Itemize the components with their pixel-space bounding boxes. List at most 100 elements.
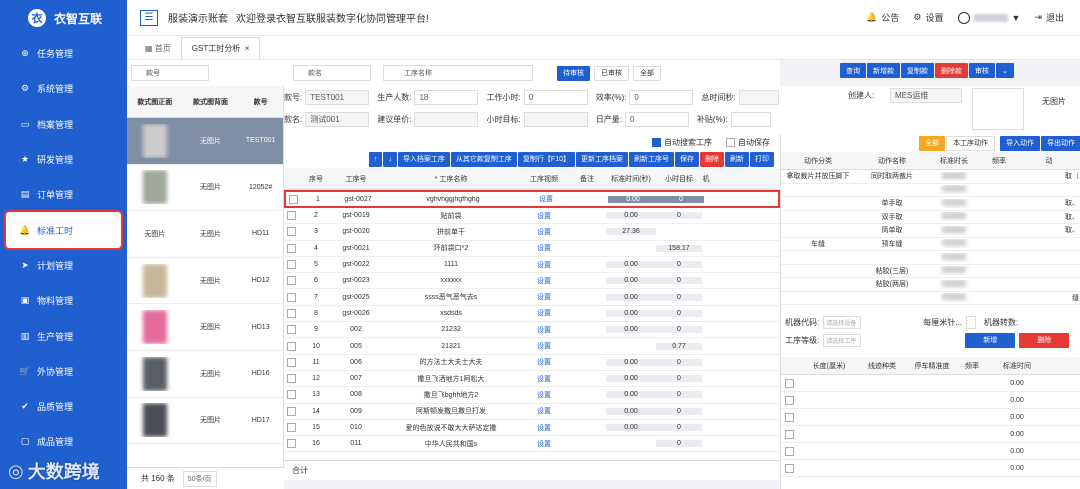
auto-save-option[interactable]: 自动保存 — [726, 137, 770, 148]
stitch-row[interactable]: 0.00 — [781, 375, 1080, 392]
toolbar-button-7[interactable]: 保存 — [675, 151, 699, 167]
checkbox-icon[interactable] — [287, 292, 296, 302]
stitch-row[interactable]: 0.00 — [781, 426, 1080, 443]
process-name-cell[interactable]: 的方法士大夫士大夫 — [382, 357, 520, 367]
checkbox-icon[interactable] — [287, 325, 296, 335]
hours-field[interactable]: 0 — [523, 89, 588, 105]
checkbox-icon[interactable] — [785, 463, 794, 473]
action-tab-all[interactable]: 全部 — [919, 135, 945, 151]
toolbar-button-3[interactable]: 从其它款复制工序 — [450, 151, 517, 167]
sidebar-item-5[interactable]: 🔔 标准工时 — [4, 210, 123, 250]
creator-field[interactable]: MES运维 — [890, 88, 962, 103]
checkbox-icon[interactable] — [785, 395, 794, 405]
video-setting-link[interactable]: 设置 — [520, 423, 568, 433]
action-row[interactable] — [781, 184, 1080, 197]
process-name-cell[interactable]: 撒旦飞洒地方1阿松大 — [382, 374, 520, 384]
style-name-field[interactable]: 测试001 — [305, 111, 370, 127]
process-name-cell[interactable]: xsdsds — [382, 310, 520, 317]
style-row[interactable]: 无图片 HD17 — [127, 398, 283, 445]
audit-pending-button[interactable]: 待审核 — [557, 65, 590, 81]
tab-home[interactable]: ▦ 首页 — [135, 37, 181, 59]
checkbox-icon[interactable] — [287, 211, 296, 221]
checkbox-icon[interactable] — [287, 423, 296, 432]
process-name-cell[interactable]: 环前袋口*2 — [382, 243, 520, 253]
process-name-cell[interactable]: 21232 — [382, 326, 520, 333]
toolbar-button-1[interactable]: ↓ — [383, 151, 397, 167]
toolbar-button-0[interactable]: ↑ — [368, 151, 383, 167]
process-row[interactable]: 2 gst-0019 贴前袋 设置 0.00 0 — [284, 208, 780, 225]
video-setting-link[interactable]: 设置 — [520, 325, 568, 335]
process-name-filter[interactable]: 工序名称 — [383, 65, 533, 81]
video-setting-link[interactable]: 设置 — [520, 292, 568, 302]
action-row[interactable]: 简单取 取、 — [781, 224, 1080, 238]
process-name-cell[interactable]: 拼前单干 — [382, 227, 520, 237]
checkbox-icon[interactable] — [287, 308, 296, 318]
video-setting-link[interactable]: 设置 — [520, 390, 568, 400]
video-setting-link[interactable]: 设置 — [520, 439, 568, 449]
process-name-cell[interactable]: 贴前袋 — [382, 211, 520, 221]
process-row[interactable]: 13 008 撒旦飞bghh地方2 设置 0.00 0 — [284, 387, 780, 404]
process-name-cell[interactable]: 阿斯顿发撒旦撒旦打发 — [382, 406, 520, 416]
stitch-row[interactable]: 0.00 — [781, 460, 1080, 477]
all-button[interactable]: 全部 — [633, 65, 661, 81]
add-style-button[interactable]: 新增款 — [867, 63, 900, 78]
process-name-cell[interactable]: 中华人民共和国s — [382, 439, 520, 449]
checkbox-icon[interactable] — [287, 406, 296, 416]
process-row[interactable]: 16 011 中华人民共和国s 设置 0 — [284, 436, 780, 453]
checkbox-icon[interactable] — [785, 446, 794, 456]
checkbox-icon[interactable] — [287, 439, 296, 449]
hour-target-field[interactable] — [523, 111, 588, 127]
process-row[interactable]: 8 gst-0026 xsdsds 设置 0.00 0 — [284, 306, 780, 323]
tab-gst[interactable]: GST工时分析 × — [180, 37, 261, 59]
user-menu[interactable]: ▼ — [957, 11, 1020, 24]
style-code-field[interactable]: TEST001 — [305, 89, 370, 105]
delete-button[interactable]: 删除 — [1019, 332, 1070, 348]
video-setting-link[interactable]: 设置 — [522, 194, 570, 204]
style-row[interactable]: 无图片 HD16 — [127, 351, 283, 398]
checkbox-icon[interactable] — [287, 227, 296, 237]
daily-output-field[interactable]: 0 — [624, 111, 689, 127]
sidebar-item-4[interactable]: ▤ 订单管理 — [0, 177, 127, 212]
auto-search-option[interactable]: 自动搜索工序 — [652, 137, 712, 148]
price-field[interactable] — [414, 111, 479, 127]
stitch-row[interactable]: 0.00 — [781, 443, 1080, 460]
video-setting-link[interactable]: 设置 — [520, 374, 568, 384]
process-name-cell[interactable]: 爱的色放说不敢大大萨达定撒 — [382, 423, 520, 433]
toolbar-button-2[interactable]: 导入档案工序 — [397, 151, 450, 167]
toolbar-button-9[interactable]: 刷新 — [725, 151, 749, 167]
process-row[interactable]: 15 010 爱的色放说不敢大大萨达定撒 设置 0.00 0 — [284, 420, 780, 437]
process-name-cell[interactable]: ssss恶气恶气去s — [382, 292, 520, 302]
process-row[interactable]: 14 009 阿斯顿发撒旦撒旦打发 设置 0.00 0 — [284, 404, 780, 420]
checkbox-icon[interactable] — [287, 374, 296, 384]
checkbox-icon[interactable] — [785, 412, 794, 422]
video-setting-link[interactable]: 设置 — [520, 308, 568, 318]
close-icon[interactable]: × — [245, 44, 250, 53]
sidebar-item-2[interactable]: ▭ 档案管理 — [0, 107, 127, 142]
audit-button[interactable]: 审核 — [969, 63, 995, 78]
checkbox-icon[interactable] — [287, 276, 296, 286]
process-row[interactable]: 9 002 21232 设置 0.00 0 — [284, 322, 780, 339]
total-seconds-field[interactable] — [738, 89, 779, 105]
action-row[interactable]: 缝 — [781, 292, 1080, 305]
process-row[interactable]: 3 gst-0020 拼前单干 设置 27.36 — [284, 224, 780, 241]
stitch-field[interactable] — [965, 315, 976, 329]
video-setting-link[interactable]: 设置 — [520, 276, 568, 286]
process-name-cell[interactable]: 21321 — [382, 343, 520, 350]
video-setting-link[interactable]: 设置 — [520, 211, 568, 221]
menu-toggle-icon[interactable]: ☰ — [140, 9, 158, 26]
checkbox-icon[interactable] — [289, 194, 298, 204]
process-row[interactable]: 7 gst-0025 ssss恶气恶气去s 设置 0.00 0 — [284, 289, 780, 306]
sidebar-item-8[interactable]: ▥ 生产管理 — [0, 318, 127, 353]
action-row[interactable] — [781, 251, 1080, 265]
audited-button[interactable]: 已审核 — [594, 65, 629, 81]
checkbox-icon[interactable] — [287, 357, 296, 367]
sidebar-item-0[interactable]: ⊕ 任务管理 — [0, 36, 127, 71]
toolbar-button-4[interactable]: 复制行【F10】 — [517, 151, 575, 167]
logout-button[interactable]: ⇥ 退出 — [1034, 11, 1064, 24]
process-name-cell[interactable]: 1111 — [382, 261, 520, 268]
video-setting-link[interactable]: 设置 — [520, 406, 568, 416]
process-row[interactable]: 1 gst-0027 vghvhggjhgfhghg 设置 0.00 0 — [284, 190, 780, 208]
action-row[interactable]: 车缝 预车缝 — [781, 238, 1080, 251]
process-name-cell[interactable]: vghvhggjhgfhghg — [384, 196, 522, 203]
action-tab-current[interactable]: 本工序动作 — [946, 135, 995, 151]
